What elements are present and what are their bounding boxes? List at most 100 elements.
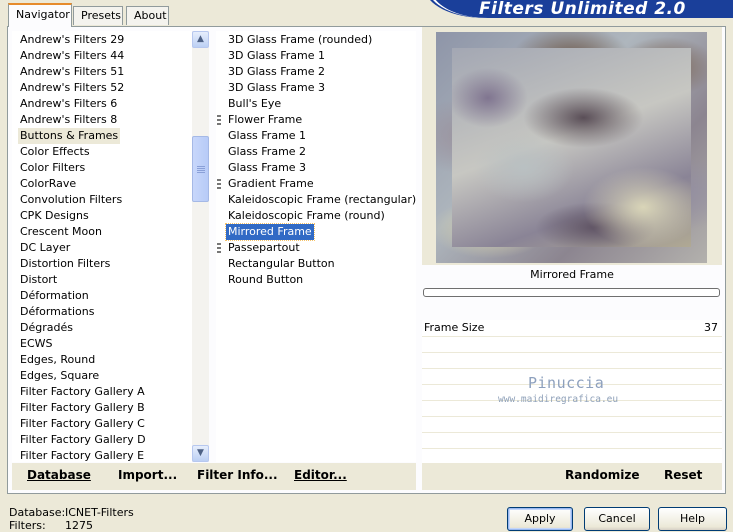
param-row-divider bbox=[422, 432, 722, 433]
category-item[interactable]: Déformations bbox=[18, 304, 96, 320]
tab-navigator[interactable]: Navigator bbox=[8, 3, 72, 27]
category-item[interactable]: Andrew's Filters 29 bbox=[18, 32, 126, 48]
filter-item-label: Passepartout bbox=[228, 241, 300, 254]
filter-item[interactable]: Mirrored Frame bbox=[225, 223, 315, 241]
category-item[interactable]: Distortion Filters bbox=[18, 256, 112, 272]
filter-item-label: Mirrored Frame bbox=[228, 225, 312, 238]
filter-item[interactable]: 3D Glass Frame (rounded) bbox=[226, 32, 374, 48]
filter-item-label: Glass Frame 3 bbox=[228, 161, 307, 174]
param-row-divider bbox=[422, 336, 722, 337]
category-item[interactable]: Déformation bbox=[18, 288, 91, 304]
progress-bar bbox=[423, 288, 720, 297]
category-item[interactable]: Filter Factory Gallery A bbox=[18, 384, 147, 400]
app-title: Filters Unlimited 2.0 bbox=[479, 0, 686, 19]
preset-marker-icon bbox=[217, 115, 221, 125]
category-item[interactable]: Distort bbox=[18, 272, 59, 288]
filter-item[interactable]: 3D Glass Frame 3 bbox=[226, 80, 327, 96]
filter-item[interactable]: 3D Glass Frame 2 bbox=[226, 64, 327, 80]
param-row-divider bbox=[422, 448, 722, 449]
category-item[interactable]: Filter Factory Gallery B bbox=[18, 400, 147, 416]
param-value: 37 bbox=[704, 321, 718, 334]
category-item[interactable]: Edges, Square bbox=[18, 368, 101, 384]
preview-image bbox=[436, 32, 707, 263]
category-list[interactable]: Andrew's Filters 29 Andrew's Filters 44 An… bbox=[12, 31, 192, 462]
cancel-button[interactable]: Cancel bbox=[584, 507, 650, 531]
param-row-empty bbox=[422, 433, 722, 449]
category-item[interactable]: Color Filters bbox=[18, 160, 87, 176]
scroll-up-button[interactable]: ▲ bbox=[192, 31, 209, 48]
filter-item-label: 3D Glass Frame (rounded) bbox=[228, 33, 373, 46]
param-label: Frame Size bbox=[424, 321, 485, 334]
category-item[interactable]: DC Layer bbox=[18, 240, 72, 256]
tab-presets[interactable]: Presets bbox=[73, 6, 123, 25]
filter-list[interactable]: 3D Glass Frame (rounded) 3D Glass Frame 1… bbox=[216, 31, 416, 462]
watermark-url: www.maidiregrafica.eu bbox=[498, 394, 619, 405]
database-button[interactable]: Database bbox=[27, 468, 91, 482]
param-row-empty bbox=[422, 353, 722, 369]
filter-item[interactable]: Glass Frame 2 bbox=[226, 144, 308, 160]
filter-item[interactable]: Kaleidoscopic Frame (rectangular) bbox=[226, 192, 418, 208]
filter-item[interactable]: Gradient Frame bbox=[217, 176, 316, 192]
param-row-empty bbox=[422, 417, 722, 433]
filter-item[interactable]: Glass Frame 1 bbox=[226, 128, 308, 144]
watermark-name: Pinuccia bbox=[528, 374, 605, 392]
reset-button[interactable]: Reset bbox=[664, 468, 702, 482]
filter-item[interactable]: Flower Frame bbox=[217, 112, 304, 128]
param-row-divider bbox=[422, 416, 722, 417]
category-item[interactable]: Filter Factory Gallery C bbox=[18, 416, 147, 432]
scroll-thumb[interactable] bbox=[192, 136, 209, 202]
filter-item-label: Flower Frame bbox=[228, 113, 303, 126]
filter-item[interactable]: Bull's Eye bbox=[226, 96, 283, 112]
preset-marker-icon bbox=[217, 243, 221, 253]
category-item[interactable]: Dégradés bbox=[18, 320, 75, 336]
filter-item-label: Glass Frame 2 bbox=[228, 145, 307, 158]
filter-item[interactable]: 3D Glass Frame 1 bbox=[226, 48, 327, 64]
filter-item-label: Glass Frame 1 bbox=[228, 129, 307, 142]
scroll-down-button[interactable]: ▼ bbox=[192, 445, 209, 462]
filter-item[interactable]: Rectangular Button bbox=[226, 256, 337, 272]
status-database-value: ICNET-Filters bbox=[65, 506, 134, 519]
filter-item[interactable]: Kaleidoscopic Frame (round) bbox=[226, 208, 387, 224]
filter-info-button[interactable]: Filter Info... bbox=[197, 468, 278, 482]
randomize-button[interactable]: Randomize bbox=[565, 468, 639, 482]
tab-about[interactable]: About bbox=[126, 6, 169, 25]
category-item[interactable]: Filter Factory Gallery E bbox=[18, 448, 146, 464]
category-item[interactable]: Andrew's Filters 44 bbox=[18, 48, 126, 64]
param-row-divider bbox=[422, 368, 722, 369]
filter-item-label: Rectangular Button bbox=[228, 257, 335, 270]
category-item[interactable]: Convolution Filters bbox=[18, 192, 124, 208]
filter-item[interactable]: Round Button bbox=[226, 272, 305, 288]
selected-filter-name: Mirrored Frame bbox=[530, 268, 614, 281]
category-item[interactable]: Andrew's Filters 8 bbox=[18, 112, 119, 128]
category-item[interactable]: ECWS bbox=[18, 336, 55, 352]
help-button[interactable]: Help bbox=[658, 507, 727, 531]
filter-item-label: Bull's Eye bbox=[228, 97, 282, 110]
editor-button[interactable]: Editor... bbox=[294, 468, 347, 482]
category-item[interactable]: Filter Factory Gallery D bbox=[18, 432, 148, 448]
param-row-divider bbox=[422, 352, 722, 353]
category-item[interactable]: Buttons & Frames bbox=[18, 128, 121, 144]
filter-item-label: Gradient Frame bbox=[228, 177, 314, 190]
preset-marker-icon bbox=[217, 179, 221, 189]
filter-item-label: Kaleidoscopic Frame (round) bbox=[228, 209, 385, 222]
status-filters-label: Filters: bbox=[9, 519, 46, 532]
filter-item[interactable]: Glass Frame 3 bbox=[226, 160, 308, 176]
category-item[interactable]: Color Effects bbox=[18, 144, 92, 160]
category-scrollbar[interactable]: ▲ ▼ bbox=[192, 31, 209, 462]
category-item[interactable]: Edges, Round bbox=[18, 352, 97, 368]
category-item[interactable]: Andrew's Filters 51 bbox=[18, 64, 126, 80]
category-item[interactable]: Andrew's Filters 6 bbox=[18, 96, 119, 112]
category-item[interactable]: Andrew's Filters 52 bbox=[18, 80, 126, 96]
category-item[interactable]: ColorRave bbox=[18, 176, 78, 192]
filter-item-label: 3D Glass Frame 1 bbox=[228, 49, 326, 62]
filter-item-label: Round Button bbox=[228, 273, 304, 286]
category-item[interactable]: Crescent Moon bbox=[18, 224, 104, 240]
param-row-empty bbox=[422, 337, 722, 353]
apply-button[interactable]: Apply bbox=[507, 507, 573, 531]
app-banner: Filters Unlimited 2.0 bbox=[428, 0, 733, 19]
status-database-label: Database: bbox=[9, 506, 66, 519]
import-button[interactable]: Import... bbox=[118, 468, 177, 482]
category-item[interactable]: CPK Designs bbox=[18, 208, 91, 224]
filter-item-label: 3D Glass Frame 2 bbox=[228, 65, 326, 78]
filter-item[interactable]: Passepartout bbox=[217, 240, 302, 256]
